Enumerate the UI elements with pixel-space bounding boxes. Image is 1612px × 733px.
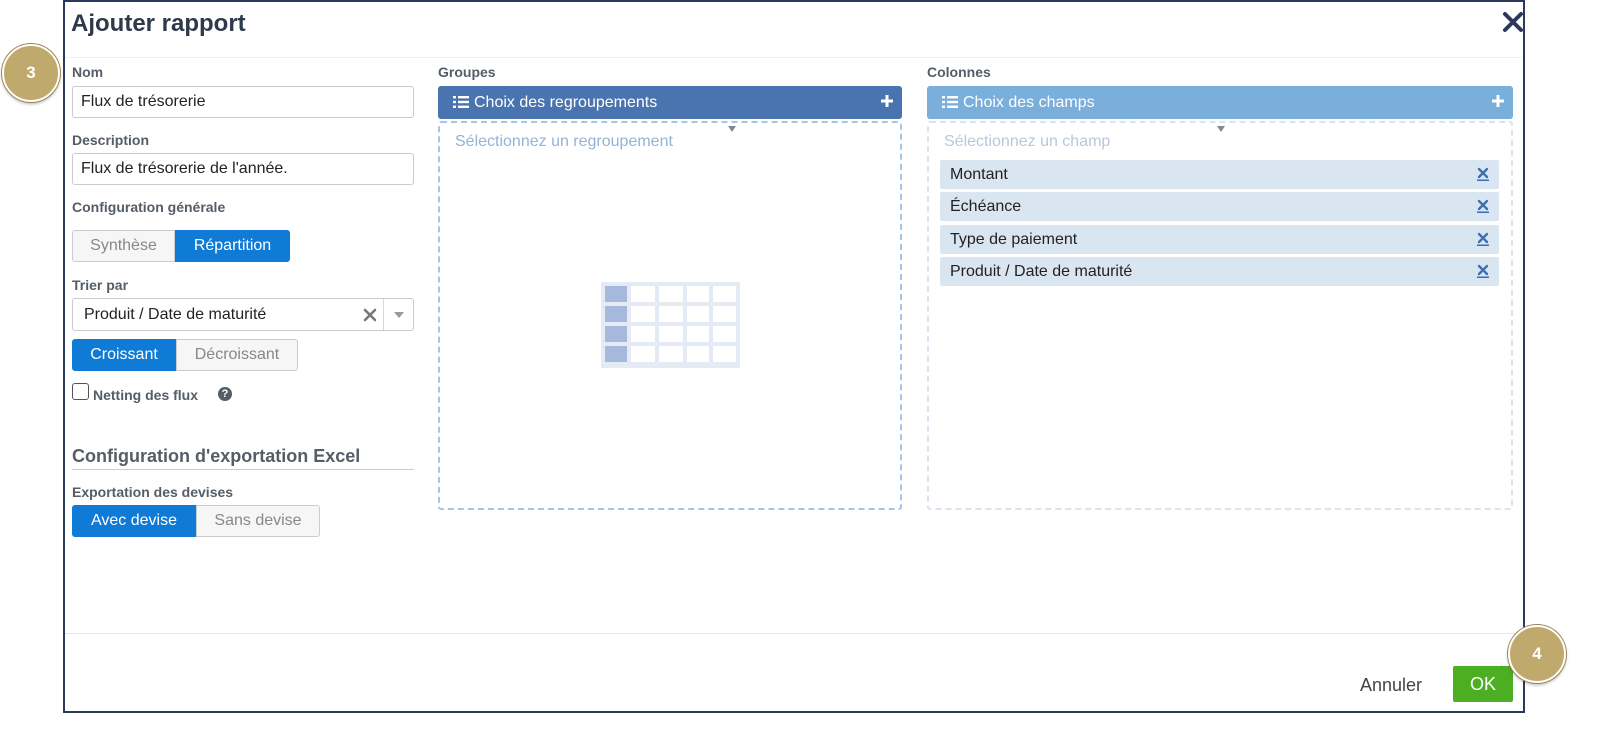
cancel-button[interactable]: Annuler (1360, 675, 1422, 696)
groups-header-label: Choix des regroupements (474, 94, 658, 111)
without-currency-button[interactable]: Sans devise (196, 505, 320, 537)
description-input[interactable] (72, 153, 414, 185)
remove-icon[interactable] (1477, 264, 1489, 278)
field-item[interactable]: Produit / Date de maturité (940, 257, 1499, 286)
groups-placeholder[interactable]: Sélectionnez un regroupement (455, 133, 673, 151)
sort-select[interactable]: Produit / Date de maturité (72, 298, 414, 331)
remove-icon[interactable] (1477, 167, 1489, 181)
order-ascending-button[interactable]: Croissant (72, 339, 176, 371)
columns-header-button[interactable]: Choix des champs (927, 86, 1513, 119)
field-item[interactable]: Échéance (940, 192, 1499, 221)
netting-label: Netting des flux (93, 387, 199, 403)
groups-drop-zone[interactable]: Sélectionnez un regroupement (438, 121, 902, 510)
field-item[interactable]: Type de paiement (940, 225, 1499, 254)
caret-down-icon (1217, 126, 1225, 132)
mode-repartition-button[interactable]: Répartition (175, 230, 290, 262)
groups-header-button[interactable]: Choix des regroupements (438, 86, 902, 119)
add-report-dialog: Ajouter rapport Nom Description Configur… (63, 0, 1525, 713)
columns-label: Colonnes (927, 64, 991, 80)
footer-divider (65, 633, 1523, 634)
close-icon[interactable] (1501, 10, 1525, 34)
dialog-header: Ajouter rapport (65, 2, 1523, 58)
columns-header-label: Choix des champs (963, 94, 1095, 111)
field-label: Montant (950, 166, 1008, 183)
clear-icon[interactable] (363, 308, 377, 322)
description-label: Description (72, 132, 150, 148)
columns-drop-zone[interactable]: Sélectionnez un champ Montant Échéance T… (927, 121, 1513, 510)
field-label: Produit / Date de maturité (950, 263, 1133, 280)
field-label: Type de paiement (950, 231, 1078, 248)
with-currency-button[interactable]: Avec devise (72, 505, 196, 537)
chevron-down-icon[interactable] (383, 299, 413, 330)
dialog-title: Ajouter rapport (71, 10, 246, 37)
netting-checkbox[interactable] (72, 383, 89, 400)
groups-label: Groupes (438, 64, 496, 80)
sort-select-value: Produit / Date de maturité (84, 306, 267, 323)
remove-icon[interactable] (1477, 232, 1489, 246)
list-icon (453, 96, 469, 108)
name-label: Nom (72, 64, 104, 80)
help-icon[interactable]: ? (218, 387, 232, 401)
mode-synthese-button[interactable]: Synthèse (72, 230, 175, 262)
step-badge-4: 4 (1508, 625, 1566, 683)
general-config-label: Configuration générale (72, 199, 226, 215)
plus-icon[interactable] (1491, 93, 1505, 109)
sort-label: Trier par (72, 277, 129, 293)
ok-button[interactable]: OK (1453, 666, 1513, 702)
currency-export-label: Exportation des devises (72, 484, 234, 500)
columns-placeholder[interactable]: Sélectionnez un champ (944, 133, 1110, 151)
remove-icon[interactable] (1477, 199, 1489, 213)
excel-section-title: Configuration d'exportation Excel (72, 446, 361, 466)
name-input[interactable] (72, 86, 414, 118)
section-divider (72, 469, 414, 470)
step-badge-3: 3 (2, 44, 60, 102)
field-item[interactable]: Montant (940, 160, 1499, 189)
plus-icon[interactable] (880, 93, 894, 109)
caret-down-icon (728, 126, 736, 132)
field-label: Échéance (950, 198, 1022, 215)
table-placeholder-icon (601, 282, 740, 368)
order-descending-button[interactable]: Décroissant (176, 339, 298, 371)
list-icon (942, 96, 958, 108)
